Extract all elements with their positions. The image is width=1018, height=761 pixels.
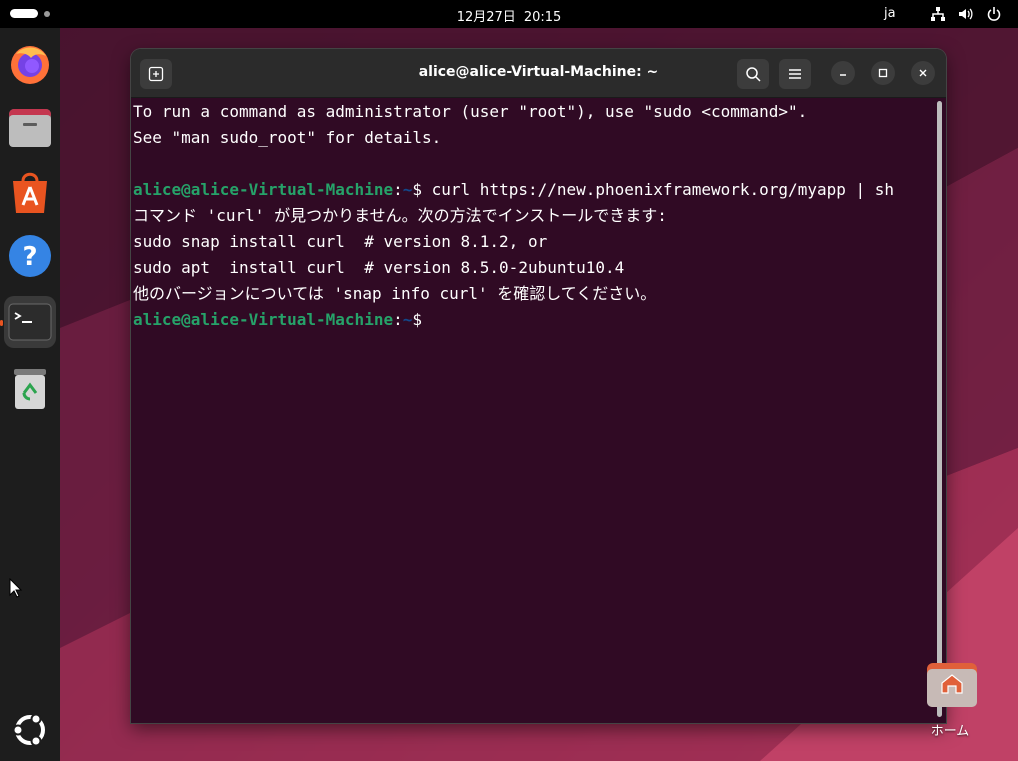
power-icon[interactable] (986, 6, 1002, 22)
close-button[interactable] (911, 61, 935, 85)
help-icon: ? (9, 235, 51, 277)
terminal-line: sudo apt install curl # version 8.5.0-2u… (133, 258, 625, 277)
dock-item-app-center[interactable] (4, 166, 56, 218)
prompt-user-host: alice@alice-Virtual-Machine (133, 180, 394, 199)
dock-item-help[interactable]: ? (4, 230, 56, 282)
terminal-line: 他のバージョンについては 'snap info curl' を確認してください。 (133, 284, 657, 303)
home-folder-label[interactable]: ホーム (912, 720, 988, 739)
mouse-pointer-icon (9, 577, 23, 602)
home-folder-icon[interactable] (925, 659, 979, 711)
prompt-user-host: alice@alice-Virtual-Machine (133, 310, 394, 329)
prompt-path: ~ (402, 310, 413, 329)
entered-command: curl https://new.phoenixframework.org/my… (431, 180, 895, 199)
search-icon (746, 67, 761, 82)
terminal-line: See "man sudo_root" for details. (133, 128, 442, 147)
terminal-line: To run a command as administrator (user … (133, 102, 808, 121)
show-apps-button[interactable] (4, 704, 56, 756)
prompt-path: ~ (402, 180, 413, 199)
dock-item-terminal[interactable] (4, 296, 56, 348)
dock-item-firefox[interactable] (4, 38, 56, 90)
maximize-button[interactable] (871, 61, 895, 85)
window-title: alice@alice-Virtual-Machine: ~ (418, 64, 659, 80)
input-language-indicator[interactable]: ja (884, 6, 896, 21)
close-icon (919, 69, 927, 77)
current-prompt-line: alice@alice-Virtual-Machine:~$ (133, 307, 933, 333)
running-indicator (0, 320, 3, 326)
volume-icon[interactable] (958, 6, 974, 22)
minimize-icon (840, 74, 846, 76)
terminal-icon (8, 303, 52, 341)
trash-icon (14, 369, 46, 409)
app-center-icon (13, 172, 47, 213)
hamburger-menu-icon (789, 69, 801, 79)
menu-button[interactable] (779, 59, 811, 89)
dock: ? (0, 28, 60, 761)
clock[interactable]: 12月27日 20:15 (0, 6, 1018, 25)
ubuntu-logo-icon (12, 713, 45, 747)
terminal-line: コマンド 'curl' が見つかりません。次の方法でインストールできます: (133, 206, 667, 225)
search-button[interactable] (737, 59, 769, 89)
clock-time: 20:15 (523, 10, 562, 25)
dock-item-trash[interactable] (4, 362, 56, 414)
top-bar: 12月27日 20:15 ja (0, 0, 1018, 28)
dock-item-files[interactable] (4, 102, 56, 154)
terminal-titlebar[interactable]: alice@alice-Virtual-Machine: ~ (131, 49, 946, 98)
terminal-line: sudo snap install curl # version 8.1.2, … (133, 232, 548, 251)
clock-date: 12月27日 (456, 10, 516, 25)
terminal-scrollbar[interactable] (937, 101, 942, 717)
firefox-icon (11, 46, 49, 84)
files-icon (9, 109, 51, 147)
prompt-symbol: $ (412, 180, 432, 199)
prompt-separator: : (393, 180, 403, 199)
prompt-separator: : (393, 310, 403, 329)
maximize-icon (878, 68, 888, 78)
terminal-output[interactable]: To run a command as administrator (user … (133, 99, 933, 719)
command-line: alice@alice-Virtual-Machine:~$ curl http… (133, 177, 933, 203)
minimize-button[interactable] (831, 61, 855, 85)
svg-text:?: ? (22, 242, 37, 272)
terminal-window[interactable]: alice@alice-Virtual-Machine: ~ To run a … (131, 49, 946, 723)
network-icon[interactable] (930, 6, 946, 22)
prompt-symbol: $ (412, 310, 432, 329)
